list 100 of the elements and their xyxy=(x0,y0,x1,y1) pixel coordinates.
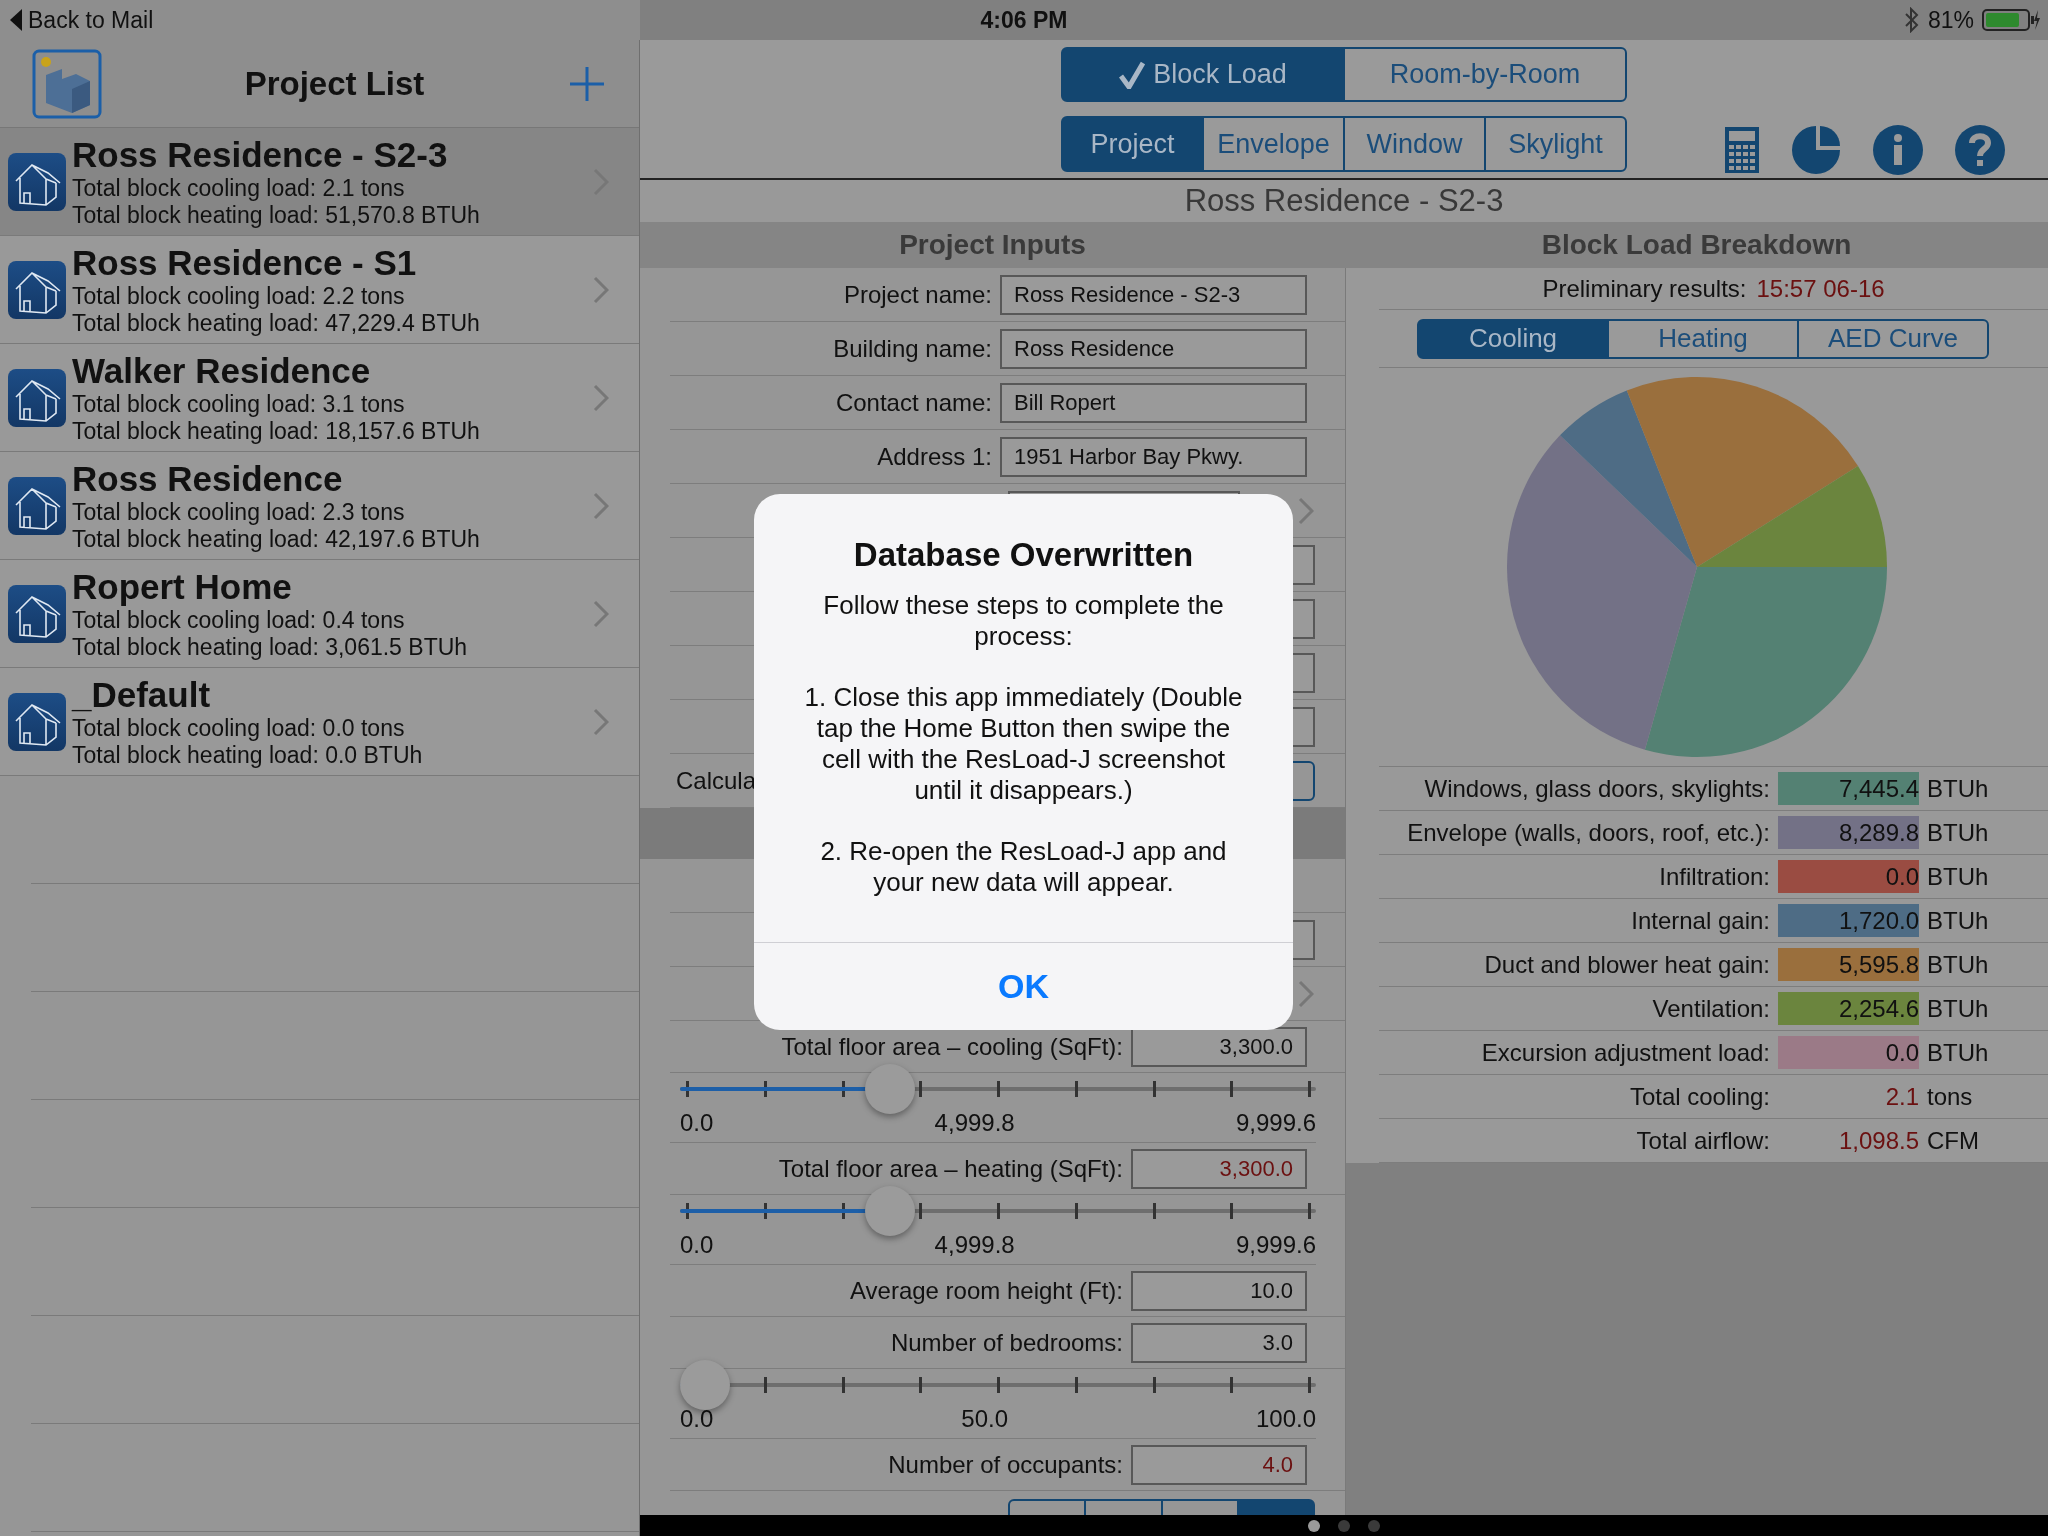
tab[interactable]: Block Load xyxy=(1061,47,1345,102)
chevron-icon xyxy=(1298,496,1314,525)
number-field[interactable]: 3.0 xyxy=(1131,1322,1307,1363)
project-name: Walker Residence xyxy=(72,350,372,391)
house-icon xyxy=(8,260,66,319)
back-arrow-icon xyxy=(10,9,22,31)
slider-thumb[interactable] xyxy=(864,1186,915,1236)
heating-load: Total block heating load: 47,229.4 BTUh xyxy=(72,309,481,337)
chevron-icon xyxy=(593,707,609,736)
tab[interactable]: Skylight xyxy=(1484,116,1627,172)
project-name: Ropert Home xyxy=(72,566,293,607)
app-icon[interactable] xyxy=(32,48,102,119)
project-name: _Default xyxy=(72,674,212,715)
alert-message: 2. Re-open the ResLoad-J app and your new data will appear. xyxy=(819,835,1228,898)
back-link[interactable]: Back to Mail xyxy=(10,2,154,38)
heating-load: Total block heating load: 3,061.5 BTUh xyxy=(72,633,469,661)
house-icon xyxy=(8,584,66,643)
tab[interactable]: Heating xyxy=(1607,318,1799,359)
input-field[interactable]: Ross Residence - S2-3 xyxy=(1000,274,1307,315)
help-icon[interactable] xyxy=(1954,124,2006,176)
tick-label: 0.0 xyxy=(680,1407,714,1431)
unit-label: BTUh xyxy=(1927,949,1989,980)
battery-icon xyxy=(1982,8,2040,32)
ok-button[interactable]: OK xyxy=(978,951,1069,1022)
house-icon xyxy=(8,152,66,211)
value-cell: 0.0 xyxy=(1778,1036,1919,1069)
checkmark-icon xyxy=(1119,60,1146,89)
input-field[interactable]: 1951 Harbor Bay Pkwy. xyxy=(1000,436,1307,477)
info-icon[interactable] xyxy=(1872,124,1924,176)
tick-label: 9,999.6 xyxy=(1235,1111,1316,1135)
heating-load: Total block heating load: 18,157.6 BTUh xyxy=(72,417,481,445)
project-row[interactable]: Ross Residence - S2-3 Total block cooling load: 2.1 tons Total block heating load: 51,570.8 BTUh xyxy=(0,128,639,236)
unit-label: BTUh xyxy=(1927,817,1989,848)
battery-percent: 81% xyxy=(1927,5,1974,35)
tab[interactable]: AED Curve xyxy=(1797,318,1989,359)
field-label: Project name: xyxy=(842,279,993,310)
number-field[interactable]: 10.0 xyxy=(1131,1270,1307,1311)
cooling-load: Total block cooling load: 0.4 tons xyxy=(72,606,406,634)
tab[interactable]: Project xyxy=(1061,116,1204,172)
unit-label: BTUh xyxy=(1927,905,1989,936)
slider-thumb[interactable] xyxy=(864,1064,915,1114)
heating-load: Total block heating load: 42,197.6 BTUh xyxy=(72,525,481,553)
unit-label: CFM xyxy=(1927,1125,1979,1156)
chevron-icon xyxy=(1298,979,1314,1008)
value-cell: 7,445.4 xyxy=(1778,772,1919,805)
unit-label: tons xyxy=(1927,1081,1973,1112)
tick-label: 9,999.6 xyxy=(1235,1233,1316,1257)
tick-label: 0.0 xyxy=(680,1111,714,1135)
field-label: Building name: xyxy=(832,333,993,364)
total-value: 1,098.5 xyxy=(1837,1125,1919,1156)
field-label: Address 1: xyxy=(876,441,993,472)
field-label: Total floor area – heating (SqFt): xyxy=(777,1155,1124,1182)
number-field[interactable]: 3,300.0 xyxy=(1131,1148,1307,1189)
number-field[interactable]: 4.0 xyxy=(1131,1444,1307,1485)
field-label: Total floor area – cooling (SqFt): xyxy=(780,1033,1124,1060)
bluetooth-icon xyxy=(1903,7,1920,33)
tab[interactable]: Window xyxy=(1343,116,1486,172)
tick-label: 100.0 xyxy=(1255,1407,1316,1431)
tick-label: 0.0 xyxy=(680,1233,714,1257)
chevron-icon xyxy=(593,599,609,628)
slider-track[interactable] xyxy=(680,1189,1316,1233)
breakdown-label: Excursion adjustment load: xyxy=(1480,1037,1771,1068)
breakdown-label: Ventilation: xyxy=(1651,993,1771,1024)
number-field[interactable]: 3,300.0 xyxy=(1131,1026,1307,1067)
slider-thumb[interactable] xyxy=(680,1360,730,1410)
field-label: Average room height (Ft): xyxy=(849,1277,1124,1304)
breakdown-label: Envelope (walls, doors, roof, etc.): xyxy=(1406,817,1771,848)
project-title: Ross Residence - S2-3 xyxy=(1184,181,1504,220)
calculator-icon[interactable] xyxy=(1724,126,1760,174)
tab[interactable]: Room-by-Room xyxy=(1343,47,1627,102)
tick-label: 4,999.8 xyxy=(934,1111,1015,1135)
value-cell: 5,595.8 xyxy=(1778,948,1919,981)
house-icon xyxy=(8,692,66,751)
project-name: Ross Residence - S2-3 xyxy=(72,134,449,175)
heating-load: Total block heating load: 51,570.8 BTUh xyxy=(72,201,481,229)
breakdown-label: Total cooling: xyxy=(1628,1081,1771,1112)
tab[interactable]: Envelope xyxy=(1202,116,1345,172)
pie-chart-icon[interactable] xyxy=(1790,124,1842,176)
project-name: Ross Residence - S1 xyxy=(72,242,418,283)
status-time: 4:06 PM xyxy=(980,5,1068,35)
slider-track[interactable] xyxy=(680,1067,1316,1111)
value-cell: 1,720.0 xyxy=(1778,904,1919,937)
breakdown-label: Internal gain: xyxy=(1630,905,1771,936)
results-label: Preliminary results: xyxy=(1542,273,1747,304)
tab[interactable]: Cooling xyxy=(1417,318,1609,359)
cooling-load: Total block cooling load: 2.1 tons xyxy=(72,174,406,202)
tick-label: 50.0 xyxy=(961,1407,1008,1431)
tick-label: 4,999.8 xyxy=(934,1233,1015,1257)
value-cell: 0.0 xyxy=(1778,860,1919,893)
value-cell: 8,289.8 xyxy=(1778,816,1919,849)
alert-message: 1. Close this app immediately (Double tap the Home Button then swipe the cell with the ResLoad-J screenshot until it disappears.) xyxy=(804,681,1243,806)
chevron-icon xyxy=(593,275,609,304)
chevron-icon xyxy=(593,383,609,412)
section-heading: Project Inputs xyxy=(898,228,1087,262)
cooling-load: Total block cooling load: 3.1 tons xyxy=(72,390,406,418)
input-field[interactable]: Bill Ropert xyxy=(1000,382,1307,423)
slider-track[interactable] xyxy=(680,1363,1316,1407)
project-name: Ross Residence xyxy=(72,458,344,499)
heating-load: Total block heating load: 0.0 BTUh xyxy=(72,741,424,769)
input-field[interactable]: Ross Residence xyxy=(1000,328,1307,369)
